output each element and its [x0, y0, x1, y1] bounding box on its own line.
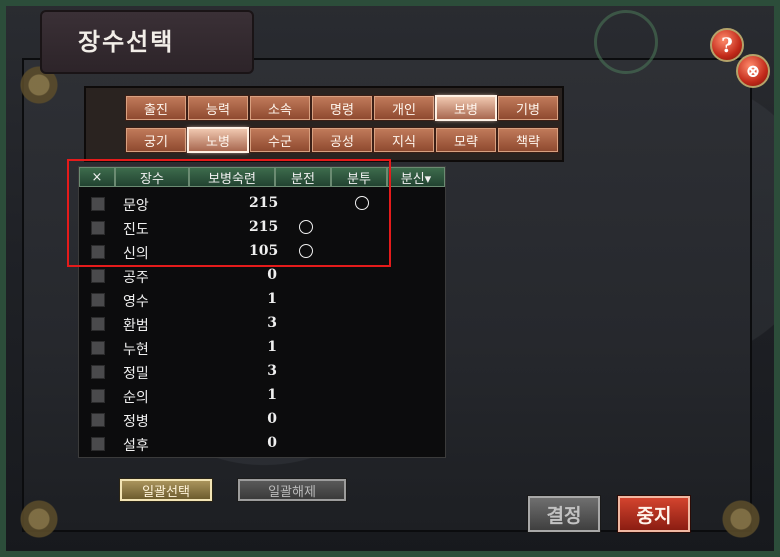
table-row[interactable]: 영수 1 [79, 287, 445, 311]
row-checkbox[interactable] [91, 365, 105, 379]
frame-edge-top [0, 0, 780, 6]
table-row[interactable]: 정병 0 [79, 407, 445, 431]
row-checkbox[interactable] [91, 269, 105, 283]
row-checkbox[interactable] [91, 437, 105, 451]
infantry-skill-value: 0 [267, 267, 277, 283]
general-name: 정밀 [123, 366, 149, 382]
general-name: 공주 [123, 270, 149, 286]
tab-strategy[interactable]: 책략 [498, 128, 558, 152]
window-title: 장수선택 [78, 27, 175, 56]
infantry-skill-value: 0 [267, 411, 277, 427]
filter-tab-panel: 출진 능력 소속 명령 개인 보병 기병 궁기 노병 수군 공성 지식 모략 책… [84, 86, 564, 162]
ornament-top-right-icon [594, 10, 658, 74]
infantry-skill-value: 3 [267, 363, 277, 379]
infantry-skill-value: 1 [267, 387, 277, 403]
confirm-button[interactable]: 결정 [528, 496, 600, 532]
tab-order[interactable]: 명령 [312, 96, 372, 120]
tab-affiliation[interactable]: 소속 [250, 96, 310, 120]
ornament-bottom-right-icon [706, 484, 776, 554]
tab-siege[interactable]: 공성 [312, 128, 372, 152]
general-name: 환범 [123, 318, 149, 334]
general-name: 영수 [123, 294, 149, 310]
ornament-bottom-left-icon [4, 484, 74, 554]
close-button[interactable]: ⊗ [736, 54, 770, 88]
row-checkbox[interactable] [91, 317, 105, 331]
highlight-box [67, 159, 391, 267]
infantry-skill-value: 0 [267, 435, 277, 451]
frame-edge-bottom [0, 551, 780, 557]
row-checkbox[interactable] [91, 389, 105, 403]
general-name: 설후 [123, 438, 149, 454]
infantry-skill-value: 1 [267, 339, 277, 355]
table-row[interactable]: 정밀 3 [79, 359, 445, 383]
tab-personal[interactable]: 개인 [374, 96, 434, 120]
general-name: 누현 [123, 342, 149, 358]
tab-scheme[interactable]: 모략 [436, 128, 496, 152]
tab-knowledge[interactable]: 지식 [374, 128, 434, 152]
row-checkbox[interactable] [91, 413, 105, 427]
deselect-all-button[interactable]: 일괄해제 [238, 479, 346, 501]
general-name: 정병 [123, 414, 149, 430]
table-row[interactable]: 환범 3 [79, 311, 445, 335]
select-all-button[interactable]: 일괄선택 [120, 479, 212, 501]
tab-horse-archer[interactable]: 궁기 [126, 128, 186, 152]
help-button[interactable]: ? [710, 28, 744, 62]
cancel-button[interactable]: 중지 [618, 496, 690, 532]
close-icon: ⊗ [745, 60, 761, 82]
infantry-skill-value: 1 [267, 291, 277, 307]
frame-edge-right [774, 0, 780, 557]
table-row[interactable]: 설후 0 [79, 431, 445, 455]
tab-navy[interactable]: 수군 [250, 128, 310, 152]
game-window: 장수선택 ? ⊗ 출진 능력 소속 명령 개인 보병 기병 궁기 노병 수군 공… [0, 0, 780, 557]
tab-chuljin[interactable]: 출진 [126, 96, 186, 120]
tab-crossbow[interactable]: 노병 [188, 128, 248, 152]
row-checkbox[interactable] [91, 341, 105, 355]
help-icon: ? [721, 33, 733, 57]
tab-infantry[interactable]: 보병 [436, 96, 496, 120]
tab-ability[interactable]: 능력 [188, 96, 248, 120]
table-row[interactable]: 누현 1 [79, 335, 445, 359]
header-bunsin[interactable]: 분신▾ [387, 167, 445, 187]
row-checkbox[interactable] [91, 293, 105, 307]
table-row[interactable]: 순의 1 [79, 383, 445, 407]
general-name: 순의 [123, 390, 149, 406]
tab-cavalry[interactable]: 기병 [498, 96, 558, 120]
infantry-skill-value: 3 [267, 315, 277, 331]
